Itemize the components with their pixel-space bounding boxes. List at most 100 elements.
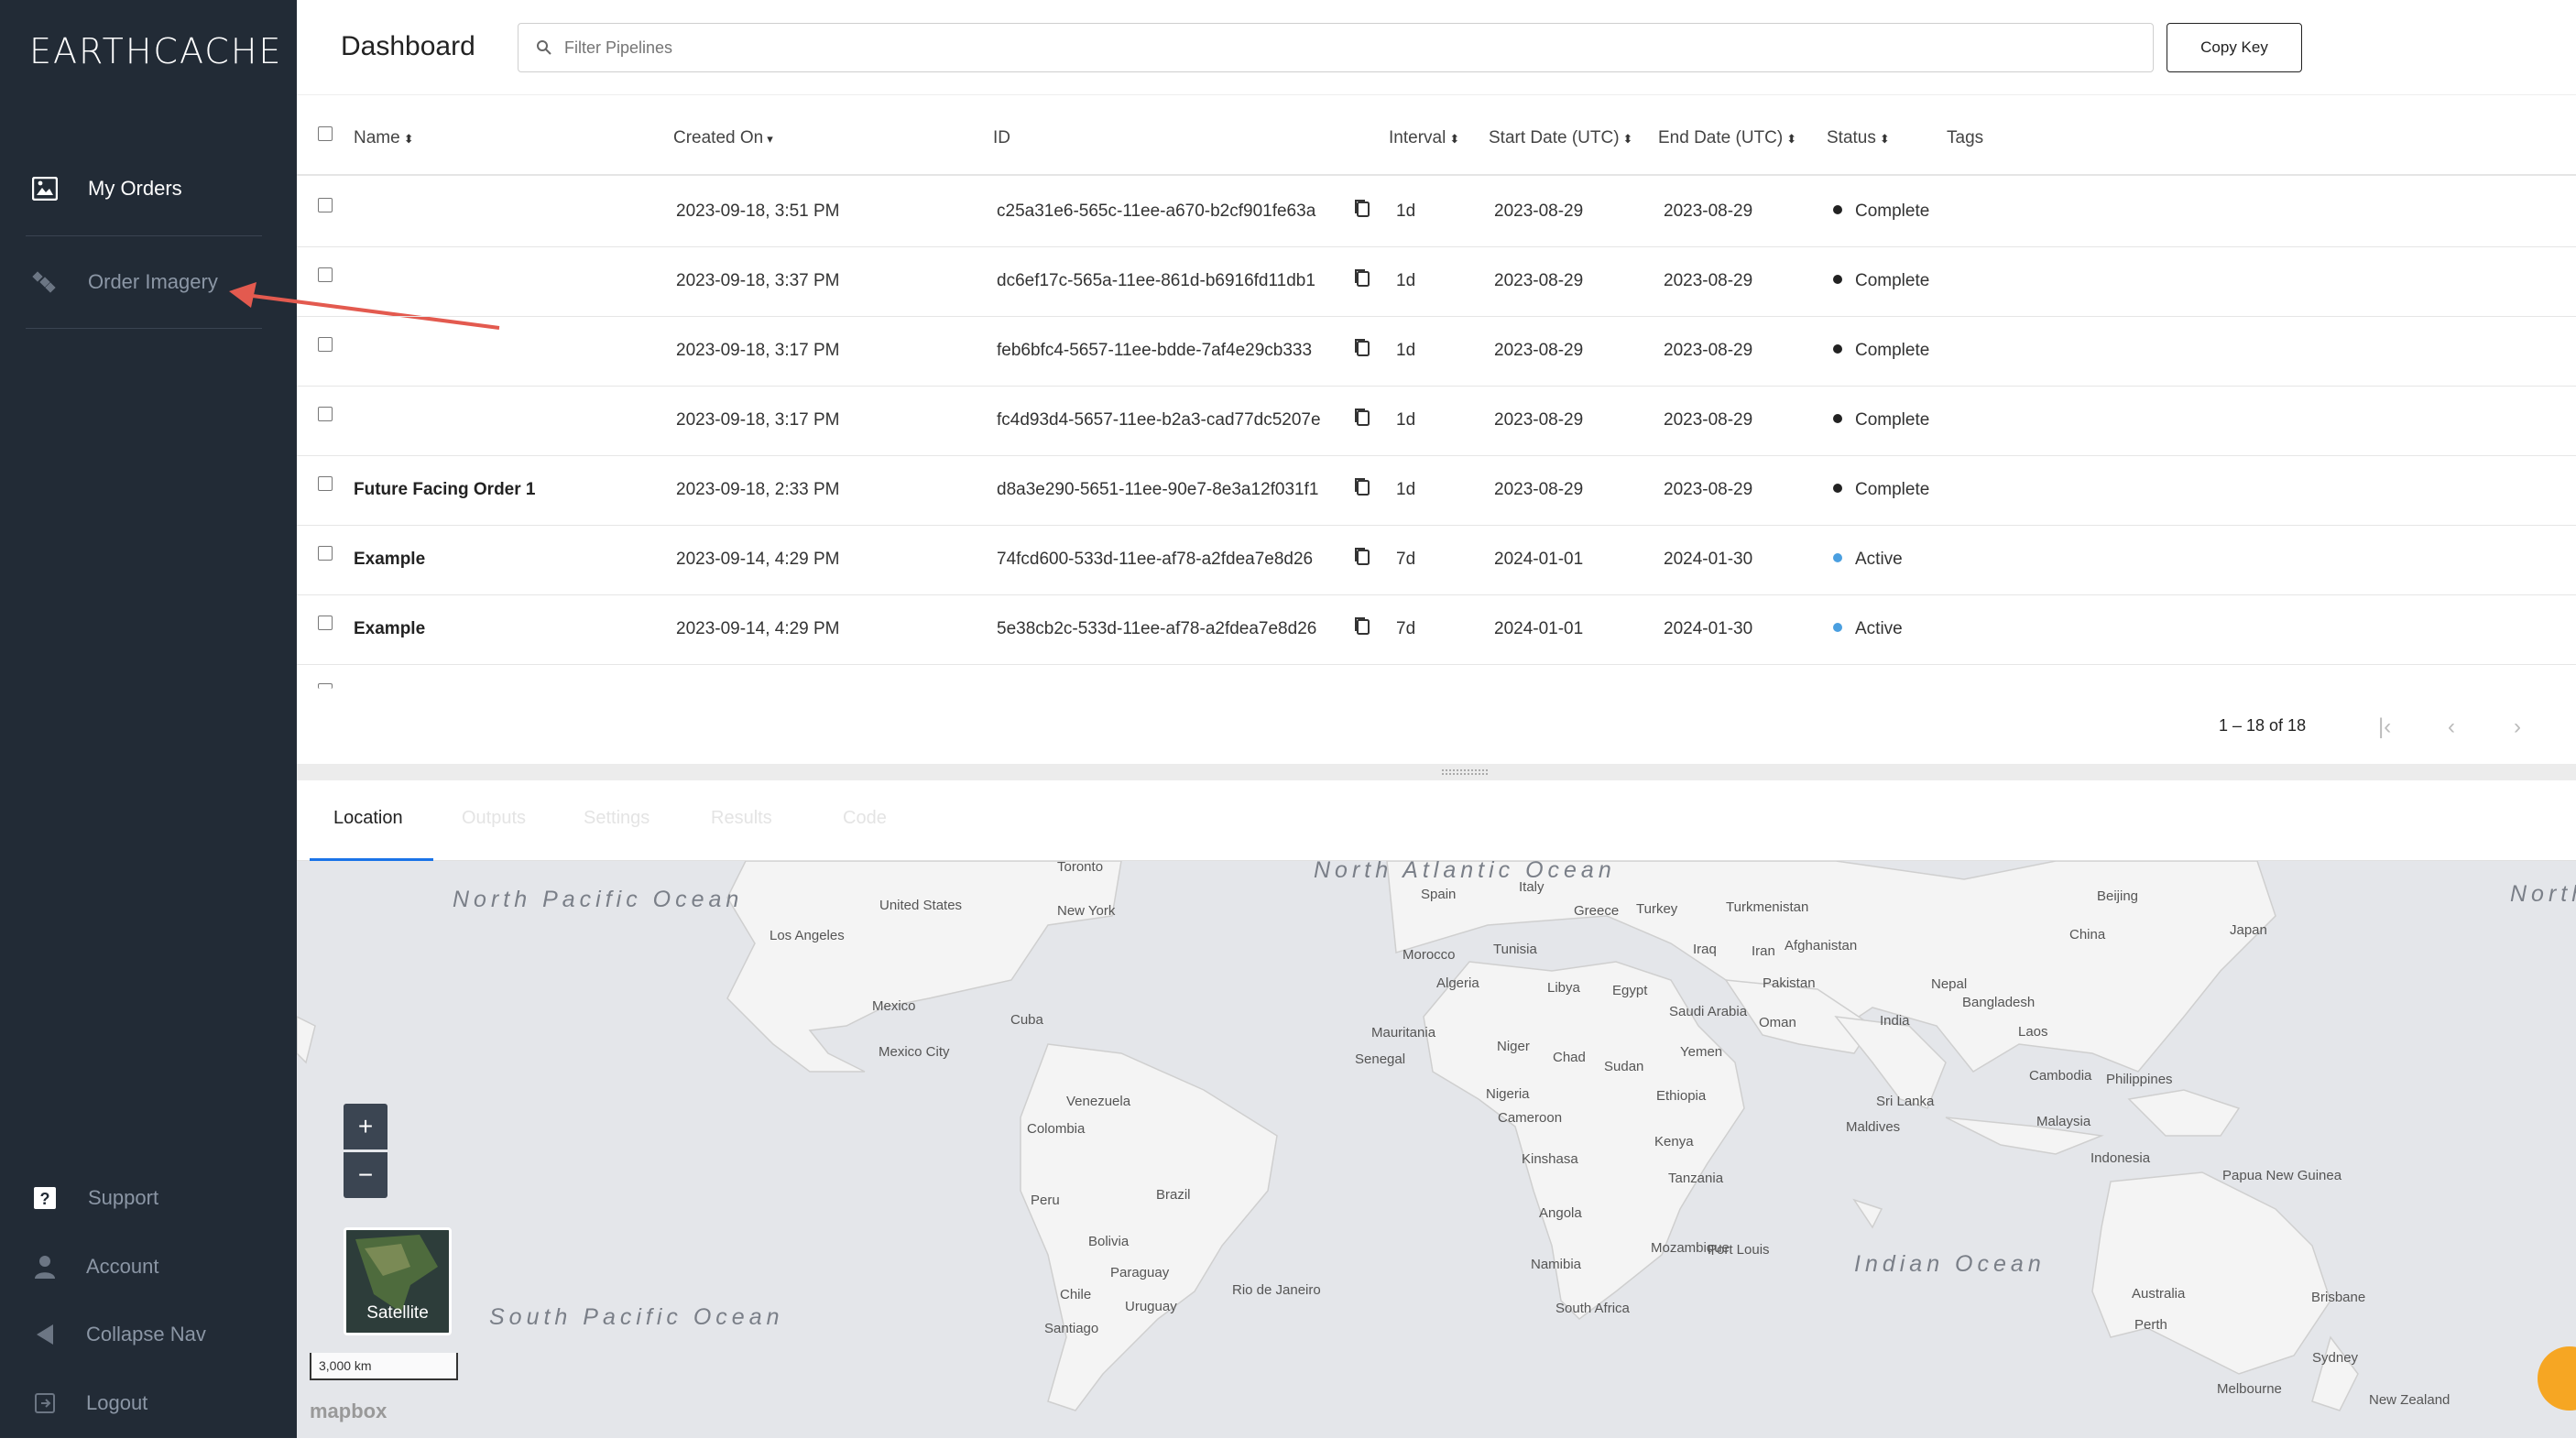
column-header-tags: Tags: [1947, 128, 1983, 148]
copy-icon[interactable]: [1353, 407, 1371, 429]
map-label-ocean: North Pacific Ocean: [453, 887, 744, 912]
status-dot-icon: [1833, 204, 1842, 214]
column-label: Created On: [673, 128, 764, 147]
tab-results[interactable]: Results: [711, 808, 772, 829]
map-place-label: Nepal: [1931, 976, 1968, 992]
map-place-label: Italy: [1519, 879, 1545, 895]
search-icon: [535, 38, 553, 57]
zoom-in-button[interactable]: +: [344, 1104, 387, 1149]
table-row[interactable]: 2023-09-18, 3:17 PM fc4d93d4-5657-11ee-b2…: [297, 387, 2576, 456]
first-page-icon[interactable]: |‹: [2378, 714, 2391, 740]
row-checkbox[interactable]: [318, 616, 333, 630]
map-label-ocean: Indian Ocean: [1854, 1251, 2046, 1277]
map-place-label: Cameroon: [1498, 1110, 1563, 1126]
cell-start-date: 2024-01-01: [1494, 550, 1584, 569]
row-checkbox[interactable]: [318, 546, 333, 561]
copy-icon[interactable]: [1353, 476, 1371, 498]
table-row[interactable]: Example 2023-09-14, 4:29 PM 5e38cb2c-533d-…: [297, 595, 2576, 665]
cell-name[interactable]: Example: [354, 619, 425, 639]
filter-pipelines-input[interactable]: [564, 38, 2153, 58]
sidebar-item-my-orders[interactable]: My Orders: [0, 143, 297, 234]
copy-icon[interactable]: [1353, 616, 1371, 637]
prev-page-icon[interactable]: ‹: [2448, 714, 2455, 740]
detail-tabs: Location Outputs Settings Results Code: [297, 780, 2576, 862]
map-place-label: Greece: [1574, 903, 1620, 919]
copy-icon[interactable]: [1353, 546, 1371, 568]
map-place-label: Niger: [1497, 1039, 1530, 1054]
next-page-icon[interactable]: ›: [2514, 714, 2521, 740]
map-place-label: Saudi Arabia: [1669, 1004, 1748, 1019]
map-place-label: Perth: [2134, 1317, 2167, 1333]
table-row[interactable]: 2023-09-18, 3:17 PM feb6bfc4-5657-11ee-bd…: [297, 317, 2576, 387]
cell-status: Complete: [1833, 410, 1929, 430]
cell-end-date: 2023-08-29: [1664, 271, 1753, 290]
status-dot-icon: [1833, 622, 1842, 632]
cell-id: c25a31e6-565c-11ee-a670-b2cf901fe63a: [997, 202, 1316, 221]
filter-pipelines-field[interactable]: [518, 23, 2154, 72]
table-row[interactable]: Future Facing Order 1 2023-09-18, 2:33 PM…: [297, 456, 2576, 526]
sidebar-item-logout[interactable]: Logout: [0, 1357, 297, 1449]
satellite-toggle-button[interactable]: Satellite: [344, 1227, 452, 1335]
table-row[interactable]: 2023-09-18, 3:37 PM dc6ef17c-565a-11ee-86…: [297, 247, 2576, 317]
tab-location[interactable]: Location: [333, 808, 403, 829]
tab-code[interactable]: Code: [843, 808, 887, 829]
map-place-label: Turkey: [1636, 901, 1678, 917]
sidebar-item-label: Logout: [86, 1391, 148, 1414]
status-dot-icon: [1833, 343, 1842, 354]
cell-start-date: 2023-08-29: [1494, 271, 1584, 290]
row-checkbox[interactable]: [318, 476, 333, 491]
pagination: 1 – 18 of 18 |‹ ‹ ›: [297, 687, 2576, 764]
copy-key-button[interactable]: Copy Key: [2167, 23, 2302, 72]
map-label-ocean: North Pacific Ocean: [2510, 881, 2576, 907]
cell-name[interactable]: Example: [354, 550, 425, 570]
column-header-name[interactable]: Name ⬍: [354, 128, 414, 148]
row-checkbox[interactable]: [318, 198, 333, 212]
map-place-label: Senegal: [1355, 1051, 1406, 1067]
sidebar-item-label: Support: [88, 1186, 159, 1209]
cell-name[interactable]: Future Facing Order 1: [354, 480, 535, 500]
select-all-checkbox[interactable]: [318, 126, 333, 141]
tab-outputs[interactable]: Outputs: [462, 808, 526, 829]
logout-icon: [31, 1389, 59, 1417]
status-text: Complete: [1855, 410, 1930, 430]
svg-text:?: ?: [40, 1190, 50, 1208]
map-place-label: Cuba: [1010, 1012, 1043, 1028]
cell-created-on: 2023-09-18, 2:33 PM: [676, 480, 840, 499]
app-logo[interactable]: EARTHCACHE: [29, 31, 282, 71]
row-checkbox[interactable]: [318, 407, 333, 421]
copy-icon[interactable]: [1353, 337, 1371, 359]
column-header-created-on[interactable]: Created On ▾: [673, 128, 773, 148]
map-place-label: Japan: [2230, 922, 2267, 938]
status-text: Active: [1855, 619, 1903, 638]
cell-id: dc6ef17c-565a-11ee-861d-b6916fd11db1: [997, 271, 1315, 290]
column-header-end-date[interactable]: End Date (UTC) ⬍: [1658, 128, 1796, 148]
row-checkbox[interactable]: [318, 267, 333, 282]
world-map[interactable]: North Pacific Ocean North Atlantic Ocean…: [297, 861, 2576, 1438]
zoom-out-button[interactable]: −: [344, 1152, 387, 1198]
cell-interval: 7d: [1396, 550, 1416, 569]
map-place-label: Brazil: [1156, 1187, 1191, 1203]
row-checkbox[interactable]: [318, 337, 333, 352]
map-place-label: Iran: [1752, 943, 1775, 959]
tab-settings[interactable]: Settings: [584, 808, 649, 829]
drag-handle-icon[interactable]: [1442, 769, 1488, 775]
map-place-label: Namibia: [1531, 1257, 1582, 1272]
sort-icon: ⬍: [1786, 132, 1797, 146]
cell-start-date: 2023-08-29: [1494, 341, 1584, 360]
column-header-start-date[interactable]: Start Date (UTC) ⬍: [1489, 128, 1632, 148]
map-place-label: Egypt: [1612, 983, 1648, 998]
map-place-label: Colombia: [1027, 1121, 1086, 1137]
column-header-interval[interactable]: Interval ⬍: [1389, 128, 1459, 148]
column-header-status[interactable]: Status ⬍: [1827, 128, 1890, 148]
resize-splitter[interactable]: [297, 764, 2576, 780]
cell-id: d8a3e290-5651-11ee-90e7-8e3a12f031f1: [997, 480, 1319, 499]
main-panel: Dashboard Copy Key Name⬍ Created On▾ ID …: [297, 0, 2576, 1438]
table-row[interactable]: Example 2023-09-14, 4:29 PM 74fcd600-533d-…: [297, 526, 2576, 595]
map-place-label: Port Louis: [1708, 1242, 1770, 1258]
map-place-label: Turkmenistan: [1726, 899, 1809, 915]
copy-icon[interactable]: [1353, 198, 1371, 220]
cell-id: feb6bfc4-5657-11ee-bdde-7af4e29cb333: [997, 341, 1313, 360]
mapbox-logo[interactable]: mapbox: [310, 1400, 387, 1423]
copy-icon[interactable]: [1353, 267, 1371, 289]
table-row[interactable]: 2023-09-18, 3:51 PM c25a31e6-565c-11ee-a6…: [297, 178, 2576, 247]
